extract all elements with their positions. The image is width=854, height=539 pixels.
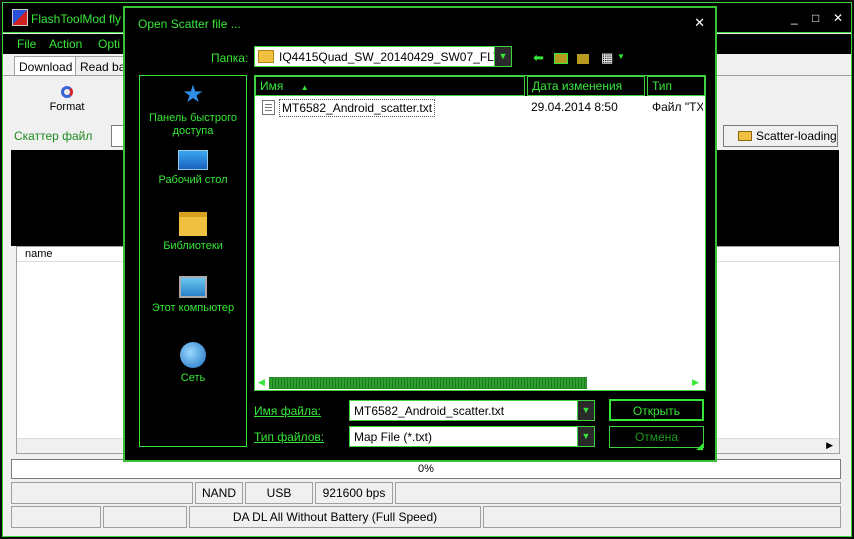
app-icon [12,9,28,26]
format-label: Format [49,101,85,113]
sort-asc-icon: ▲ [300,83,309,92]
filename-value: MT6582_Android_scatter.txt [354,404,505,418]
view-dropdown-icon[interactable]: ▼ [617,52,625,61]
place-computer[interactable]: Этот компьютер [140,276,246,315]
file-row[interactable]: MT6582_Android_scatter.txt 29.04.2014 8:… [259,99,703,117]
column-name-label: Имя [260,79,284,93]
scatter-loading-label: Scatter-loading [756,129,837,143]
network-icon [180,342,206,368]
filetype-label: Тип файлов: [254,430,325,444]
filetype-value: Map File (*.txt) [354,430,433,444]
maximize-button[interactable]: □ [812,11,819,25]
progress-bar: 0% [11,459,841,479]
view-menu-icon[interactable]: ▦ [601,50,613,66]
new-folder-icon[interactable] [577,54,589,64]
place-libraries-label: Библиотеки [163,240,223,252]
tab-download[interactable]: Download [14,56,78,76]
status2-extra [483,506,841,528]
up-folder-icon[interactable] [554,53,568,64]
chevron-down-icon[interactable]: ▼ [577,427,594,446]
folder-icon [738,131,752,141]
filetype-select[interactable]: Map File (*.txt) ▼ [349,426,595,447]
back-icon[interactable]: ⬅ [533,50,544,66]
status2-empty [11,506,101,528]
file-list-hscrollbar[interactable]: ◀ ▶ [255,375,705,390]
status-empty [11,482,193,504]
file-list-header: Имя ▲ Дата изменения Тип [255,76,705,96]
open-scatter-dialog: Open Scatter file ... ✕ Папка: IQ4415Qua… [123,6,717,462]
place-libraries[interactable]: Библиотеки [140,212,246,253]
status-mode: DA DL All Without Battery (Full Speed) [189,506,481,528]
menu-options[interactable]: Opti [98,37,120,51]
dialog-close-button[interactable]: ✕ [694,15,705,31]
scatter-loading-button[interactable]: Scatter-loading [723,125,838,147]
scatter-label: Скаттер файл [14,129,93,143]
status-port: USB [245,482,313,504]
place-quick-access-label: Панель быстрого доступа [149,112,237,137]
libraries-icon [179,212,207,236]
status2-empty-2 [103,506,187,528]
computer-icon [179,276,207,298]
place-quick-access[interactable]: ★ Панель быстрого доступа [140,82,246,138]
chevron-down-icon[interactable]: ▼ [577,401,594,420]
file-type: Файл "TX [652,100,703,114]
status-bar-2: DA DL All Without Battery (Full Speed) [11,506,841,528]
menu-action[interactable]: Action [49,37,82,51]
status-extra [395,482,841,504]
column-type[interactable]: Тип [647,76,705,96]
folder-icon [258,50,274,63]
cancel-button[interactable]: Отмена [609,426,704,448]
scroll-left-arrow[interactable]: ◀ [258,377,265,388]
chevron-down-icon[interactable]: ▼ [494,47,511,66]
filename-label: Имя файла: [254,404,321,418]
star-icon: ★ [182,81,204,108]
menu-file[interactable]: File [17,37,36,51]
text-file-icon [262,100,275,115]
status-baud: 921600 bps [315,482,393,504]
dialog-title: Open Scatter file ... [138,17,241,31]
file-date: 29.04.2014 8:50 [531,100,618,114]
progress-text: 0% [418,463,434,475]
place-desktop[interactable]: Рабочий стол [140,150,246,187]
folder-combo[interactable]: IQ4415Quad_SW_20140429_SW07_FLY ▼ [254,46,512,67]
status-storage: NAND [195,482,243,504]
folder-value: IQ4415Quad_SW_20140429_SW07_FLY [279,50,501,64]
places-bar: ★ Панель быстрого доступа Рабочий стол Б… [139,75,247,447]
minimize-button[interactable]: _ [791,11,798,25]
folder-label: Папка: [211,51,249,65]
scroll-right-arrow[interactable]: ▶ [826,440,833,451]
file-list[interactable]: Имя ▲ Дата изменения Тип MT6582_Android_… [254,75,706,391]
status-bar: NAND USB 921600 bps [11,482,841,504]
filename-input[interactable]: MT6582_Android_scatter.txt ▼ [349,400,595,421]
place-network[interactable]: Сеть [140,342,246,385]
close-button[interactable]: ✕ [833,11,843,25]
file-name: MT6582_Android_scatter.txt [279,99,436,117]
resize-grip-icon[interactable]: ◢ [696,441,703,452]
format-button[interactable]: Format [47,86,87,113]
format-icon [61,86,73,98]
column-name[interactable]: Имя ▲ [255,76,525,96]
scrollbar-thumb[interactable] [269,377,587,389]
place-desktop-label: Рабочий стол [158,174,228,186]
scroll-right-arrow[interactable]: ▶ [692,377,699,388]
main-title: FlashToolMod fly [31,12,122,26]
desktop-icon [178,150,208,170]
column-date[interactable]: Дата изменения [527,76,645,96]
place-computer-label: Этот компьютер [151,302,235,314]
place-network-label: Сеть [180,372,206,384]
open-button[interactable]: Открыть [609,399,704,421]
